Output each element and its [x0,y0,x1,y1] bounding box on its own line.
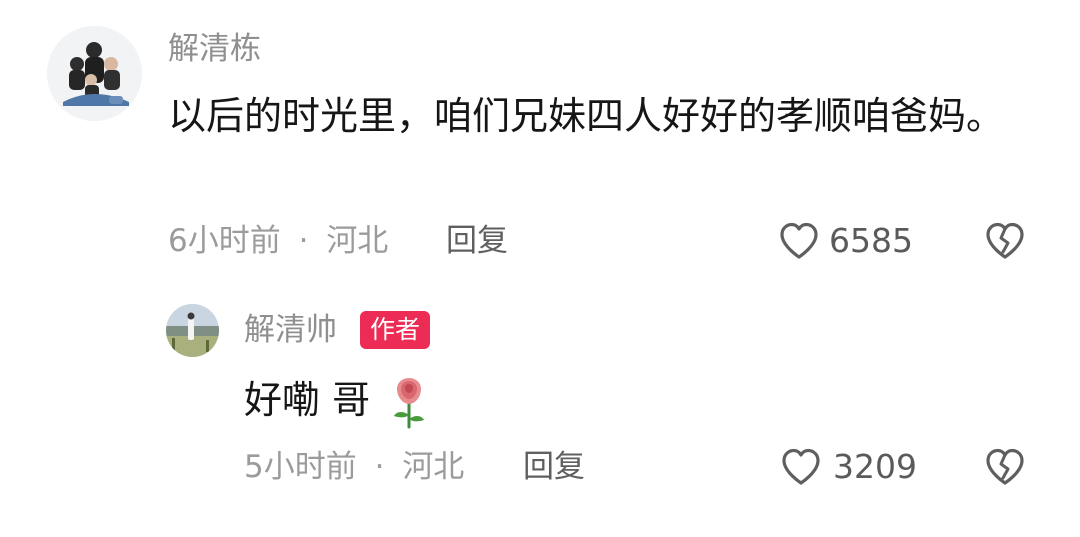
separator: · [298,223,309,259]
reply-button[interactable]: 回复 [523,450,585,484]
reply-comment: 解清帅 作者 好嘞 哥 5小时前 · 河北 回复 3209 [0,280,1080,537]
location: 河北 [326,223,389,259]
rose-emoji [388,377,430,429]
like-count: 3209 [833,447,917,486]
comment-text: 以后的时光里，咱们兄妹四人好好的孝顺咱爸妈。 [168,94,1005,138]
separator: · [374,449,385,485]
timestamp: 5小时前 [244,449,357,485]
reply-meta: 5小时前 · 河北 [244,450,464,484]
reply-text-row: 好嘞 哥 [244,372,430,429]
username[interactable]: 解清栋 [168,32,261,66]
comment: 解清栋 以后的时光里，咱们兄妹四人好好的孝顺咱爸妈。 6小时前 · 河北 回复 … [0,0,1080,280]
username[interactable]: 解清帅 [244,313,337,347]
avatar[interactable] [47,26,142,121]
heart-outline-icon[interactable] [780,447,822,487]
author-badge: 作者 [360,311,431,349]
location: 河北 [402,449,465,485]
timestamp: 6小时前 [168,223,281,259]
comment-meta: 6小时前 · 河北 [168,224,388,258]
broken-heart-icon[interactable] [984,447,1026,487]
broken-heart-icon[interactable] [984,221,1026,261]
reply-text: 好嘞 哥 [244,378,371,422]
avatar[interactable] [166,304,219,357]
like-count: 6585 [829,221,913,260]
heart-outline-icon[interactable] [778,221,820,261]
reply-button[interactable]: 回复 [446,224,508,258]
